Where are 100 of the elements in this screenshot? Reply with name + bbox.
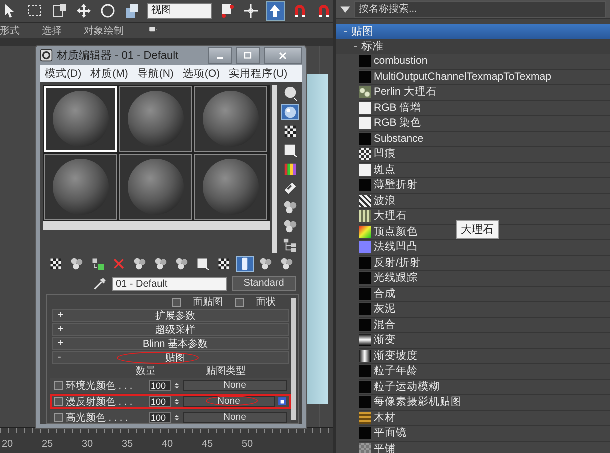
texture-swatch [359,164,371,176]
menu-item[interactable]: 模式(D) [45,66,82,80]
map-list-item[interactable]: RGB 倍增 [359,100,610,116]
ribbon-label[interactable]: 选择 [42,24,62,38]
window-title: 材质编辑器 - 01 - Default [57,49,180,63]
ribbon-label[interactable]: 形式 [0,24,20,38]
material-name-dropdown[interactable]: 01 - Default [112,276,227,290]
texture-swatch [359,132,371,145]
menu-item[interactable]: 实用程序(U) [229,66,288,80]
rollout-header[interactable]: + 超级采样 [52,323,289,336]
column-header: 贴图类型 [206,364,246,378]
checkbox[interactable] [54,397,63,406]
lock-icon[interactable] [278,396,287,407]
checkbox-label: 面贴图 [193,296,223,309]
rollout-header[interactable]: + 扩展参数 [52,309,289,322]
checkbox[interactable] [54,413,63,422]
map-list-item[interactable]: 光线跟踪 [359,271,610,286]
minimize-button[interactable] [208,47,232,64]
ruler-number: 45 [202,439,214,450]
column-header: 数量 [136,365,157,378]
view-dropdown[interactable]: 视图 [147,3,212,19]
map-list-item[interactable]: 每像素摄影机贴图 [359,395,610,410]
checkbox[interactable] [54,381,63,390]
map-list-item[interactable]: Perlin 大理石 [359,85,610,100]
rollout-header[interactable]: - 贴图 [52,351,289,364]
texture-swatch [359,241,371,254]
search-field[interactable]: 按名称搜索... [354,0,606,18]
map-slot-button[interactable]: None [183,412,287,423]
amount-field[interactable]: 100 [149,412,171,423]
map-list-item[interactable]: 灰泥 [359,302,610,318]
texture-swatch [359,148,371,160]
tooltip: 大理石 [456,220,499,239]
map-list-item[interactable]: 波浪 [359,194,610,209]
texture-swatch [359,210,371,222]
menu-item[interactable]: 导航(N) [137,66,174,80]
column-icon[interactable] [236,256,254,272]
map-list-item[interactable]: 木材 [359,410,610,426]
horizontal-scrollbar[interactable] [43,221,270,230]
texture-swatch [359,442,371,453]
menu-item[interactable]: 选项(O) [182,66,220,80]
map-list-item[interactable]: 平铺 [359,442,610,453]
texture-swatch [359,226,371,238]
map-list-item[interactable]: 平面镜 [359,426,610,442]
texture-swatch [359,102,371,114]
map-channel-label: 高光颜色 . . . . [66,412,130,423]
map-list-item[interactable]: 凹痕 [359,147,610,162]
map-list-item[interactable]: 渐变 [359,333,610,348]
ruler-number: 30 [82,439,94,450]
close-button[interactable] [264,47,302,64]
map-list-item[interactable]: RGB 染色 [359,116,610,132]
texture-swatch [359,70,371,83]
map-list-item[interactable]: Substance [359,132,610,147]
texture-swatch [359,55,371,68]
map-list-item[interactable]: 反射/折射 [359,256,610,271]
close-icon[interactable] [277,50,289,62]
map-list-item[interactable]: 薄壁折射 [359,178,610,194]
vertical-scrollbar[interactable] [272,85,277,253]
subcategory-header[interactable]: - 标准 [336,39,610,54]
map-channel-label: 环境光颜色 . . . [66,380,134,392]
texture-swatch [359,318,371,331]
texture-swatch [359,256,371,269]
map-list-item[interactable]: 粒子年龄 [359,364,610,380]
map-list-item[interactable]: 斑点 [359,162,610,178]
material-type-button[interactable]: Standard [232,276,296,291]
sphere-light-icon[interactable] [281,104,299,120]
map-slot-button[interactable]: None [183,380,287,391]
map-list-item[interactable]: 粒子运动模糊 [359,380,610,395]
texture-swatch [359,412,371,424]
texture-swatch [359,194,371,207]
amount-field[interactable]: 100 [149,380,171,391]
map-list-item[interactable]: MultiOutputChannelTexmapToTexmap [359,70,610,85]
map-channel-label: 漫反射颜色 . . . [66,396,134,408]
category-header[interactable]: - 贴图 [336,24,610,39]
eyedropper-icon[interactable] [93,276,107,290]
ruler-number: 50 [242,439,254,450]
texture-swatch [359,365,371,378]
ruler-number: 25 [42,439,54,450]
checkbox[interactable] [235,298,244,306]
texture-swatch [359,288,371,300]
menu-item[interactable]: 材质(M) [90,66,128,80]
texture-swatch [359,350,371,362]
texture-swatch [359,272,371,284]
texture-swatch [359,117,371,130]
map-list-item[interactable]: 混合 [359,318,610,333]
maximize-icon[interactable] [242,50,254,62]
maximize-button[interactable] [236,47,260,64]
rollout-header[interactable]: + Blinn 基本参数 [52,337,289,350]
checkbox[interactable] [172,298,181,306]
hierarchy-icon[interactable] [281,237,299,253]
map-list-item[interactable]: combustion [359,54,610,70]
map-slot-button[interactable]: None [183,396,275,407]
map-list-item[interactable]: 法线凹凸 [359,240,610,256]
crosshair-icon[interactable] [242,1,260,21]
texture-swatch [359,86,371,98]
amount-field[interactable]: 100 [149,396,171,407]
texture-swatch [359,380,371,393]
map-list-item[interactable]: 合成 [359,286,610,302]
ribbon-label[interactable]: 对象绘制 [84,24,124,38]
map-list-item[interactable]: 渐变坡度 [359,348,610,364]
panel-scrollbar[interactable] [291,298,296,420]
